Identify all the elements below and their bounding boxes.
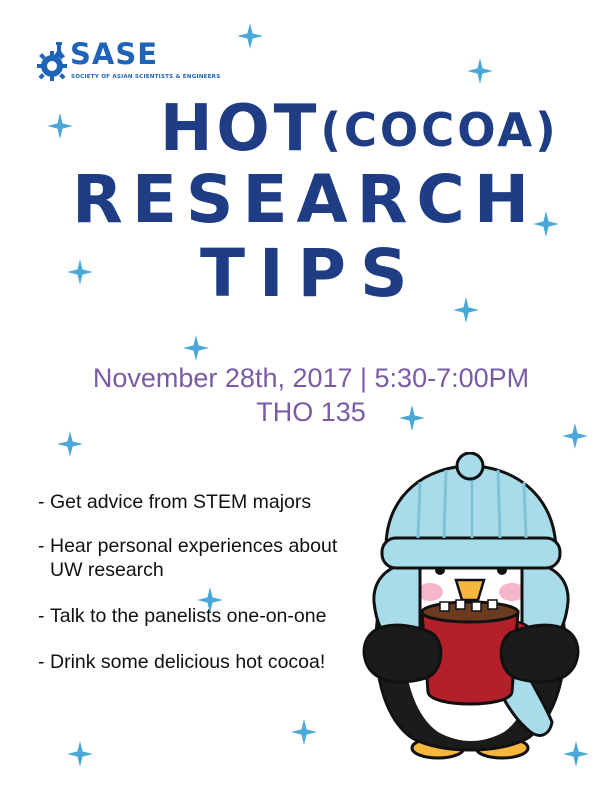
penguin-hat-brim [380, 536, 562, 570]
star-icon [237, 23, 263, 49]
list-item: Get advice from STEM majors [38, 490, 368, 514]
gear-flask-icon [37, 42, 67, 81]
star-icon [453, 297, 479, 323]
penguin-flipper-right [499, 623, 580, 684]
penguin-flipper-left [362, 623, 443, 684]
headline-line-3: TIPS [200, 235, 422, 312]
star-icon [562, 423, 588, 449]
star-icon [67, 741, 93, 767]
logo-name: SASE [70, 37, 159, 71]
headline-line-2: RESEARCH [72, 161, 539, 238]
star-icon [47, 113, 73, 139]
event-date-time: November 28th, 2017 | 5:30-7:00PM [92, 363, 530, 393]
headline-cocoa: (COCOA) [320, 103, 559, 157]
star-icon [183, 335, 209, 361]
star-icon [399, 405, 425, 431]
headline-line-1: HOT(COCOA) [160, 96, 559, 163]
logo-tagline: SOCIETY OF ASIAN SCIENTISTS & ENGINEERS [71, 74, 221, 80]
penguin-beak [454, 578, 486, 602]
penguin-hat-pompom [455, 452, 485, 481]
headline-hot: HOT [160, 92, 321, 166]
list-item: Drink some delicious hot cocoa! [38, 650, 368, 674]
star-icon [291, 719, 317, 745]
star-icon [67, 259, 93, 285]
cocoa-surface [420, 600, 520, 624]
star-icon [57, 431, 83, 457]
star-icon [197, 587, 223, 613]
penguin-illustration [362, 452, 580, 760]
bullet-list: Get advice from STEM majors Hear persona… [38, 490, 368, 674]
flyer: SASE SOCIETY OF ASIAN SCIENTISTS & ENGIN… [0, 0, 612, 792]
star-icon [533, 211, 559, 237]
list-item: Hear personal experiences about UW resea… [38, 534, 368, 582]
star-icon [467, 58, 493, 84]
sase-logo: SASE SOCIETY OF ASIAN SCIENTISTS & ENGIN… [36, 37, 220, 86]
event-location: THO 135 [256, 397, 366, 427]
